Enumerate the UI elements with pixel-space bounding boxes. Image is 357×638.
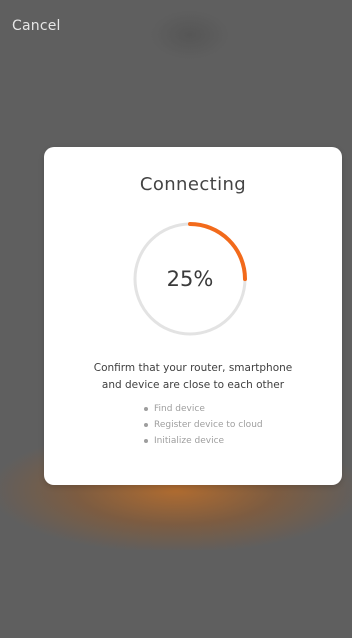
progress-percent: 25% bbox=[166, 267, 214, 291]
step-label: Register device to cloud bbox=[154, 420, 263, 430]
instruction-line-2: and device are close to each other bbox=[101, 379, 285, 391]
connection-steps: Find device Register device to cloud Ini… bbox=[144, 401, 263, 449]
bullet-icon bbox=[144, 406, 148, 411]
dialog-title: Connecting bbox=[139, 174, 247, 195]
step-label: Find device bbox=[154, 404, 205, 414]
background-blur bbox=[150, 10, 230, 60]
step-label: Initialize device bbox=[154, 436, 225, 446]
connecting-screen: Cancel Connecting 25% Confirm that your … bbox=[0, 0, 357, 638]
connection-instructions: Confirm that your router, smartphone and… bbox=[58, 360, 328, 394]
instruction-line-1: Confirm that your router, smartphone bbox=[93, 362, 293, 374]
right-edge bbox=[352, 0, 357, 638]
bullet-icon bbox=[144, 438, 148, 443]
step-item: Initialize device bbox=[144, 433, 263, 449]
connecting-dialog: Connecting 25% Confirm that your router,… bbox=[44, 147, 342, 485]
step-item: Register device to cloud bbox=[144, 417, 263, 433]
step-item: Find device bbox=[144, 401, 263, 417]
bullet-icon bbox=[144, 422, 148, 427]
cancel-button[interactable]: Cancel bbox=[12, 18, 61, 34]
